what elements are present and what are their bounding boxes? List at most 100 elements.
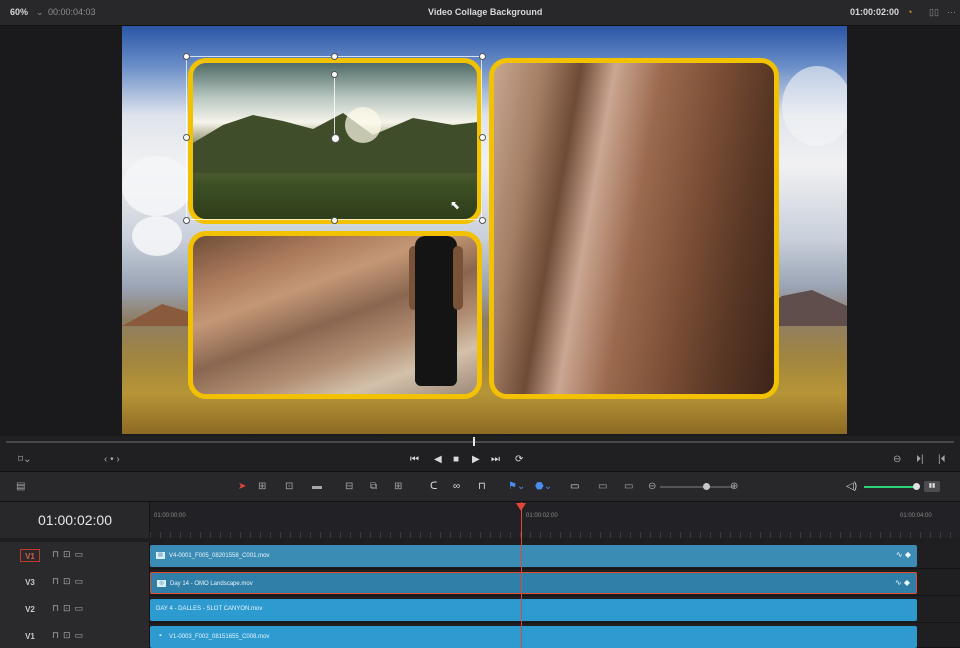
track-name[interactable]: V1 <box>20 549 40 562</box>
linked-selection-icon[interactable]: ∞ <box>453 481 460 493</box>
dynamic-trim-icon[interactable]: ⊡ <box>285 481 293 493</box>
timeline-clip[interactable]: ⚭ V1-0003_F002_08151655_C008.mov <box>150 626 917 648</box>
replace-clip-icon[interactable]: ⊞ <box>394 481 402 493</box>
scrubber-track[interactable] <box>6 441 954 443</box>
track-controls-icon[interactable]: ⊓⊡▭ <box>52 549 87 560</box>
clip-type-icon: ▤ <box>156 552 165 559</box>
title-chevron-icon[interactable]: ⌄ <box>535 7 543 18</box>
more-options-icon[interactable]: ··· <box>947 7 956 17</box>
transform-handle[interactable] <box>479 134 486 141</box>
trim-tool-icon[interactable]: ⊞ <box>258 481 266 493</box>
timeline-title[interactable]: Video Collage Background <box>428 7 542 17</box>
hiker-figure <box>415 236 457 386</box>
selection-tool-icon[interactable]: ➤ <box>238 481 246 493</box>
source-timecode: 00:00:04:03 <box>48 7 96 17</box>
track-name[interactable]: V1 <box>20 630 40 643</box>
transform-handle[interactable] <box>183 217 190 224</box>
viewer-scrubber[interactable] <box>0 436 960 448</box>
cloud-shape <box>132 216 182 256</box>
track-header: V3 ⊓⊡▭ <box>0 569 150 596</box>
zoom-out-icon[interactable]: ⊖ <box>648 481 656 493</box>
timeline-viewer: ⬉ <box>0 26 960 436</box>
keyframe-curve-icon[interactable]: ∿ ◆ <box>895 578 910 587</box>
volume-slider[interactable] <box>864 486 916 488</box>
go-to-end-icon[interactable]: ⏭ <box>491 454 500 466</box>
transport-controls: ⌑⌄ ‹ • › ⏮ ◀ ■ ▶ ⏭ ⟳ ⊖ ⏵| |⏴ <box>0 448 960 472</box>
record-timecode: 01:00:02:00 <box>850 7 900 17</box>
overwrite-clip-icon[interactable]: ⧉ <box>370 481 377 493</box>
transform-handle[interactable] <box>183 134 190 141</box>
mark-out-icon[interactable]: |⏴ <box>938 454 946 466</box>
zoom-level[interactable]: 60% <box>10 7 28 17</box>
marker-icon[interactable]: ⬣⌄ <box>535 481 552 493</box>
anchor-rotation-line <box>334 74 335 136</box>
ruler-label: 01:00:04:00 <box>900 513 932 519</box>
flag-icon[interactable]: ⚑⌄ <box>508 481 525 493</box>
compound-clip-icon: ◎ <box>157 580 166 587</box>
zoom-slider[interactable] <box>660 486 735 488</box>
jog-wheel-icon[interactable]: ‹ • › <box>104 454 120 466</box>
full-extent-zoom-icon[interactable]: ▭ <box>570 481 579 493</box>
track-controls-icon[interactable]: ⊓⊡▭ <box>52 603 87 614</box>
loop-icon[interactable]: ⟳ <box>515 454 523 466</box>
dual-viewer-icon[interactable]: ▯▯ <box>929 7 939 18</box>
timeline-clip[interactable]: DAY 4 - DALLES - SLOT CANYON.mov <box>150 599 917 621</box>
transform-handle[interactable] <box>479 217 486 224</box>
custom-zoom-icon[interactable]: ▭ <box>624 481 633 493</box>
transform-handle[interactable] <box>479 53 486 60</box>
mouse-cursor-icon: ⬉ <box>450 198 461 212</box>
layout-icon[interactable]: ▤ <box>16 481 25 493</box>
timeline-ruler[interactable]: 01:00:00:00 01:00:02:00 01:00:04:00 <box>150 502 960 538</box>
stop-icon[interactable]: ■ <box>453 454 459 466</box>
playhead-marker[interactable] <box>516 503 526 511</box>
step-back-icon[interactable]: ◀ <box>434 454 442 466</box>
clip-name: V1-0003_F002_08151655_C008.mov <box>169 634 270 641</box>
collage-panel-canyon-hiker[interactable] <box>188 231 482 399</box>
collage-panel-canyon-wall[interactable] <box>489 58 779 399</box>
snapping-icon[interactable]: ᑕ <box>430 481 437 493</box>
rotation-handle[interactable] <box>331 71 338 78</box>
detail-zoom-icon[interactable]: ▭ <box>598 481 607 493</box>
cloud-shape <box>122 156 192 216</box>
position-lock-icon[interactable]: ⊓ <box>478 481 486 493</box>
match-frame-icon[interactable]: ⊖ <box>893 454 901 466</box>
edit-toolbar: ▤ ➤ ⊞ ⊡ ▬ ⊟ ⧉ ⊞ ᑕ ∞ ⊓ ⚑⌄ ⬣⌄ ▭ ▭ ▭ ⊖ ⊕ ◁)… <box>0 472 960 502</box>
track-controls-icon[interactable]: ⊓⊡▭ <box>52 576 87 587</box>
go-to-start-icon[interactable]: ⏮ <box>410 454 419 466</box>
transform-handle[interactable] <box>331 53 338 60</box>
track-controls-icon[interactable]: ⊓⊡▭ <box>52 630 87 641</box>
viewer-mode-icon[interactable]: ⌑⌄ <box>18 454 32 466</box>
play-icon[interactable]: ▶ <box>472 454 480 466</box>
track-header: V1 ⊓⊡▭ <box>0 623 150 648</box>
volume-icon[interactable]: ◁) <box>846 481 857 493</box>
clip-name: DAY 4 - DALLES - SLOT CANYON.mov <box>156 606 263 612</box>
timeline-clip[interactable]: ▤ V4-0001_F005_08201558_C001.mov ∿ ◆ <box>150 545 917 567</box>
keyframe-curve-icon[interactable]: ∿ ◆ <box>896 550 911 559</box>
clip-name: V4-0001_F005_08201558_C001.mov <box>169 553 270 560</box>
track-name[interactable]: V2 <box>20 603 40 616</box>
chevron-down-icon[interactable]: ⌄ <box>36 7 44 18</box>
insert-clip-icon[interactable]: ⊟ <box>345 481 353 493</box>
zoom-slider-knob[interactable] <box>703 483 710 490</box>
track-header: V2 ⊓⊡▭ <box>0 596 150 623</box>
timeline-clip-selected[interactable]: ◎ Day 14 - OMO Landscape.mov ∿ ◆ <box>150 572 917 594</box>
mark-in-icon[interactable]: ⏵| <box>916 454 924 466</box>
timeline-playhead[interactable] <box>521 502 522 648</box>
zoom-in-icon[interactable]: ⊕ <box>730 481 738 493</box>
transform-handle[interactable] <box>331 217 338 224</box>
anchor-point-handle[interactable] <box>331 134 340 143</box>
scrubber-playhead[interactable] <box>473 437 475 446</box>
video-track-row: V1 ⊓⊡▭ ▤ V4-0001_F005_08201558_C001.mov ∿… <box>0 542 960 569</box>
track-name[interactable]: V3 <box>20 576 40 589</box>
volume-slider-knob[interactable] <box>913 483 920 490</box>
viewer-frame[interactable]: ⬉ <box>122 26 847 434</box>
cloud-shape <box>782 66 847 146</box>
timeline-timecode[interactable]: 01:00:02:00 <box>0 512 150 528</box>
audio-meter-button[interactable]: ▮▮ <box>924 481 940 492</box>
timeline-timecode-panel: 01:00:02:00 <box>0 502 150 538</box>
blade-icon[interactable]: ▬ <box>312 481 322 493</box>
ruler-label: 01:00:02:00 <box>526 513 558 519</box>
transform-handle[interactable] <box>183 53 190 60</box>
color-wheel-icon[interactable]: ◔ <box>907 7 912 17</box>
video-track-row: V3 ⊓⊡▭ ◎ Day 14 - OMO Landscape.mov ∿ ◆ <box>0 569 960 596</box>
